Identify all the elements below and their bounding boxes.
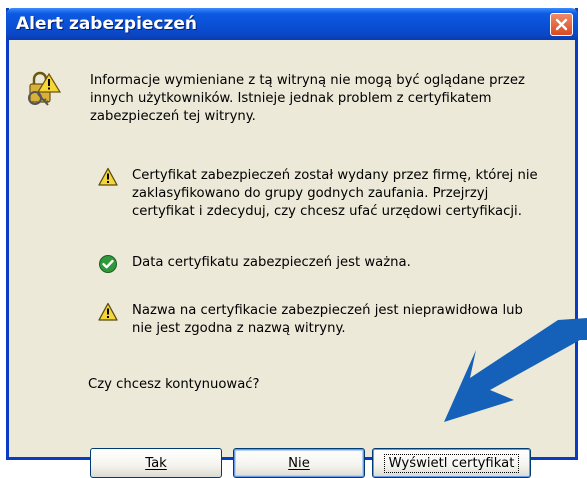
warning-icon — [98, 167, 118, 187]
close-button[interactable] — [550, 13, 573, 36]
issue-text: Certyfikat zabezpieczeń został wydany pr… — [132, 167, 552, 221]
intro-line: zabezpieczeń tej witryny. — [90, 109, 256, 124]
issue-line: Certyfikat zabezpieczeń został wydany pr… — [132, 168, 538, 183]
title-bar[interactable]: Alert zabezpieczeń — [6, 8, 578, 40]
view-certificate-button-label: Wyświetl certyfikat — [383, 453, 520, 473]
issue-text: Nazwa na certyfikacie zabezpieczeń jest … — [132, 302, 552, 338]
window-title: Alert zabezpieczeń — [16, 14, 198, 34]
issue-line: certyfikat i zdecyduj, czy chcesz ufać u… — [132, 204, 522, 219]
security-alert-dialog: Alert zabezpieczeń Informacje wymieniane… — [6, 8, 578, 478]
yes-button-label: Tak — [145, 455, 167, 471]
intro-line: innych użytkowników. Istnieje jednak pro… — [90, 91, 492, 106]
issue-line: Data certyfikatu zabezpieczeń jest ważna… — [132, 255, 411, 270]
view-certificate-button[interactable]: Wyświetl certyfikat — [372, 448, 531, 478]
intro-line: Informacje wymieniane z tą witryną nie m… — [90, 73, 525, 88]
close-icon — [555, 18, 568, 31]
dialog-body: Informacje wymieniane z tą witryną nie m… — [9, 40, 575, 478]
no-button-label: Nie — [288, 455, 310, 471]
issue-line: zaklasyfikowano do grupy godnych zaufani… — [132, 186, 489, 201]
issue-line: Nazwa na certyfikacie zabezpieczeń jest … — [132, 303, 523, 318]
check-icon — [98, 254, 118, 274]
issue-text: Data certyfikatu zabezpieczeń jest ważna… — [132, 254, 552, 272]
intro-text: Informacje wymieniane z tą witryną nie m… — [90, 72, 560, 126]
security-lock-icon — [22, 70, 62, 110]
no-button[interactable]: Nie — [233, 448, 365, 478]
issue-line: nie jest zgodna z nazwą witryny. — [132, 321, 346, 336]
continue-question: Czy chcesz kontynuować? — [88, 377, 260, 392]
yes-button[interactable]: Tak — [90, 448, 222, 478]
warning-icon — [98, 302, 118, 322]
